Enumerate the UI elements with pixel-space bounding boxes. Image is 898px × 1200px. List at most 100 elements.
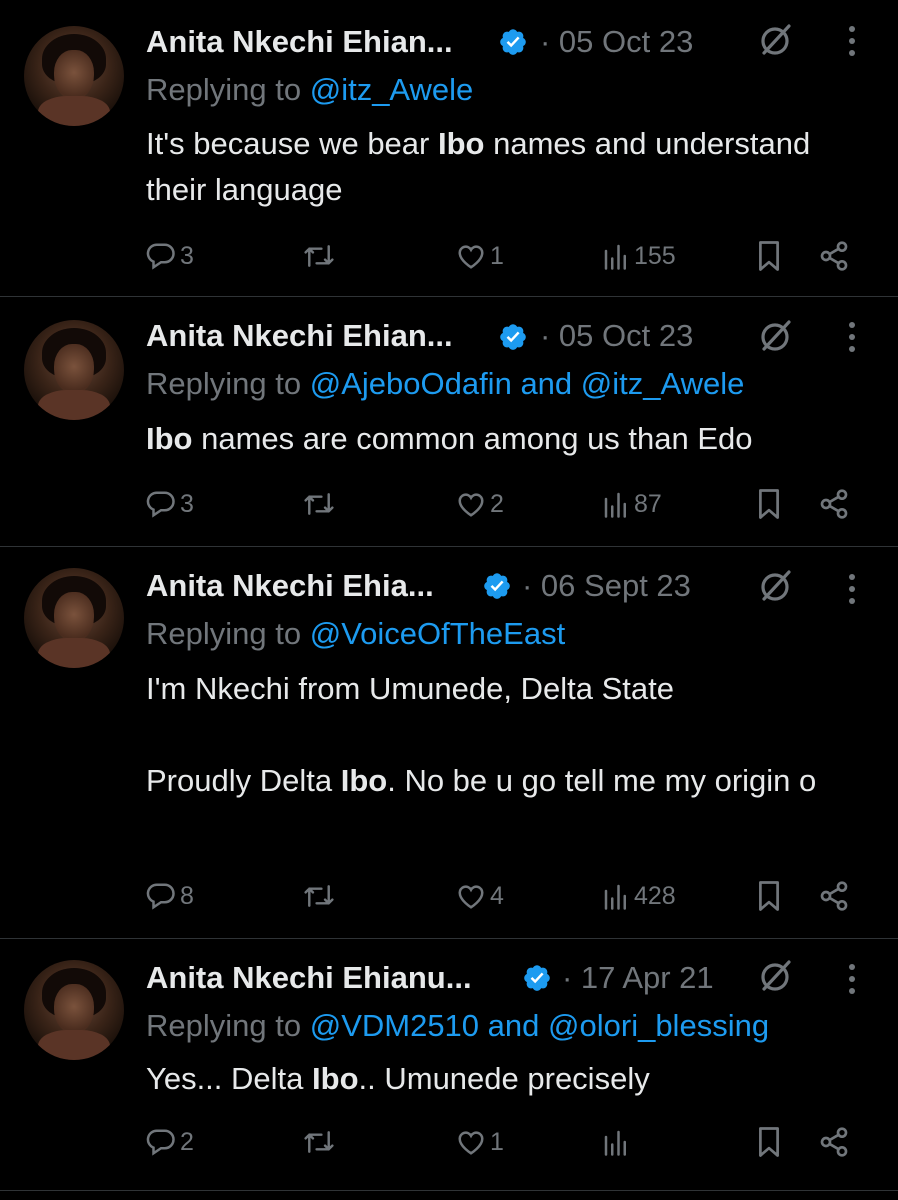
more-vertical-icon[interactable] bbox=[842, 320, 862, 354]
replying-to: Replying to @VoiceOfTheEast bbox=[146, 616, 565, 652]
tweet-date[interactable]: · 05 Oct 23 bbox=[540, 24, 693, 60]
views-button[interactable]: 155 bbox=[602, 236, 676, 276]
reply-button[interactable]: 8 bbox=[146, 876, 194, 916]
text-segment: I'm Nkechi from Umunede, Delta State bbox=[146, 671, 674, 706]
tweet-date[interactable]: · 06 Sept 23 bbox=[522, 568, 691, 604]
reply-icon bbox=[146, 491, 175, 518]
more-vertical-icon[interactable] bbox=[842, 572, 862, 606]
avatar[interactable] bbox=[24, 320, 124, 420]
repost-icon bbox=[304, 885, 334, 907]
views-icon bbox=[604, 1130, 626, 1156]
repost-button[interactable] bbox=[302, 1122, 340, 1162]
reply-handle[interactable]: @itz_Awele bbox=[581, 366, 745, 401]
views-icon bbox=[604, 884, 626, 910]
verified-badge-icon bbox=[484, 573, 510, 599]
tweet-2[interactable]: Anita Nkechi Ehian... · 05 Oct 23 Replyi… bbox=[0, 296, 898, 546]
reply-handle[interactable]: @VoiceOfTheEast bbox=[310, 616, 565, 651]
bookmark-icon bbox=[759, 1127, 779, 1157]
reply-handle[interactable]: @itz_Awele bbox=[310, 72, 474, 107]
bookmark-icon bbox=[759, 241, 779, 271]
verified-badge-icon bbox=[500, 29, 526, 55]
tweet-3[interactable]: Anita Nkechi Ehia... · 06 Sept 23 Replyi… bbox=[0, 546, 898, 938]
reply-icon bbox=[146, 243, 175, 270]
like-icon bbox=[458, 245, 484, 269]
reply-icon bbox=[146, 883, 175, 910]
like-button[interactable]: 1 bbox=[456, 1122, 504, 1162]
reply-handle[interactable]: @AjeboOdafin bbox=[310, 366, 512, 401]
share-button[interactable] bbox=[818, 236, 850, 276]
bookmark-button[interactable] bbox=[756, 876, 782, 916]
grok-icon[interactable] bbox=[758, 958, 794, 994]
bookmark-button[interactable] bbox=[756, 1122, 782, 1162]
views-count: 87 bbox=[634, 489, 662, 518]
repost-icon bbox=[304, 245, 334, 267]
replying-to: Replying to @AjeboOdafin and @itz_Awele bbox=[146, 366, 744, 402]
text-segment: names are common among us than Edo bbox=[192, 421, 753, 456]
views-button[interactable]: 87 bbox=[602, 484, 662, 524]
share-icon bbox=[820, 881, 848, 911]
reply-handle[interactable]: @olori_blessing bbox=[548, 1008, 769, 1043]
like-icon bbox=[458, 885, 484, 909]
text-segment: Yes... Delta bbox=[146, 1061, 313, 1096]
share-button[interactable] bbox=[818, 1122, 850, 1162]
reply-count: 3 bbox=[180, 241, 194, 270]
bookmark-button[interactable] bbox=[756, 484, 782, 524]
bookmark-icon bbox=[759, 881, 779, 911]
like-button[interactable]: 1 bbox=[456, 236, 504, 276]
tweet-1[interactable]: Anita Nkechi Ehian... · 05 Oct 23 Replyi… bbox=[0, 0, 898, 296]
reply-joiner: and bbox=[520, 366, 573, 401]
grok-icon[interactable] bbox=[758, 318, 794, 354]
tweet-actions: 2 1 bbox=[146, 1122, 866, 1162]
views-button[interactable]: 428 bbox=[602, 876, 676, 916]
views-icon bbox=[604, 492, 626, 518]
tweet-text: Ibo names are common among us than Edo bbox=[146, 416, 866, 462]
repost-icon bbox=[304, 1131, 334, 1153]
grok-icon[interactable] bbox=[758, 568, 794, 604]
repost-button[interactable] bbox=[302, 236, 340, 276]
tweet-text: Yes... Delta Ibo.. Umunede precisely bbox=[146, 1056, 866, 1102]
like-button[interactable]: 2 bbox=[456, 484, 504, 524]
tweet-date[interactable]: · 05 Oct 23 bbox=[540, 318, 693, 354]
like-count: 1 bbox=[490, 241, 504, 270]
tweet-actions: 3 1 155 bbox=[146, 236, 866, 276]
bookmark-button[interactable] bbox=[756, 236, 782, 276]
tweet-4[interactable]: Anita Nkechi Ehianu... · 17 Apr 21 Reply… bbox=[0, 938, 898, 1190]
share-button[interactable] bbox=[818, 484, 850, 524]
reply-prefix: Replying to bbox=[146, 72, 302, 107]
text-segment-bold: Ibo bbox=[340, 763, 388, 798]
avatar[interactable] bbox=[24, 960, 124, 1060]
reply-button[interactable]: 2 bbox=[146, 1122, 194, 1162]
avatar[interactable] bbox=[24, 26, 124, 126]
replying-to: Replying to @VDM2510 and @olori_blessing bbox=[146, 1008, 769, 1044]
reply-count: 2 bbox=[180, 1127, 194, 1156]
text-segment-bold: Ibo bbox=[312, 1061, 359, 1096]
like-button[interactable]: 4 bbox=[456, 876, 504, 916]
reply-button[interactable]: 3 bbox=[146, 484, 194, 524]
tweet-text: I'm Nkechi from Umunede, Delta State Pro… bbox=[146, 666, 866, 804]
tweet-date[interactable]: · 17 Apr 21 bbox=[562, 960, 714, 996]
author-name[interactable]: Anita Nkechi Ehian... bbox=[146, 24, 453, 60]
reply-count: 3 bbox=[180, 489, 194, 518]
reply-prefix: Replying to bbox=[146, 366, 302, 401]
reply-button[interactable]: 3 bbox=[146, 236, 194, 276]
bookmark-icon bbox=[759, 489, 779, 519]
grok-icon[interactable] bbox=[758, 22, 794, 58]
author-name[interactable]: Anita Nkechi Ehia... bbox=[146, 568, 434, 604]
repost-button[interactable] bbox=[302, 876, 340, 916]
text-segment: . No be u go tell me my origin o bbox=[387, 763, 817, 798]
reply-icon bbox=[146, 1129, 175, 1156]
more-vertical-icon[interactable] bbox=[842, 962, 862, 996]
author-name[interactable]: Anita Nkechi Ehianu... bbox=[146, 960, 472, 996]
like-count: 2 bbox=[490, 489, 504, 518]
repost-button[interactable] bbox=[302, 484, 340, 524]
like-count: 1 bbox=[490, 1127, 504, 1156]
like-icon bbox=[458, 493, 484, 517]
avatar[interactable] bbox=[24, 568, 124, 668]
reply-handle[interactable]: @VDM2510 bbox=[310, 1008, 479, 1043]
share-button[interactable] bbox=[818, 876, 850, 916]
replying-to: Replying to @itz_Awele bbox=[146, 72, 473, 108]
views-icon bbox=[604, 244, 626, 270]
author-name[interactable]: Anita Nkechi Ehian... bbox=[146, 318, 453, 354]
more-vertical-icon[interactable] bbox=[842, 24, 862, 58]
views-button[interactable] bbox=[602, 1122, 634, 1162]
